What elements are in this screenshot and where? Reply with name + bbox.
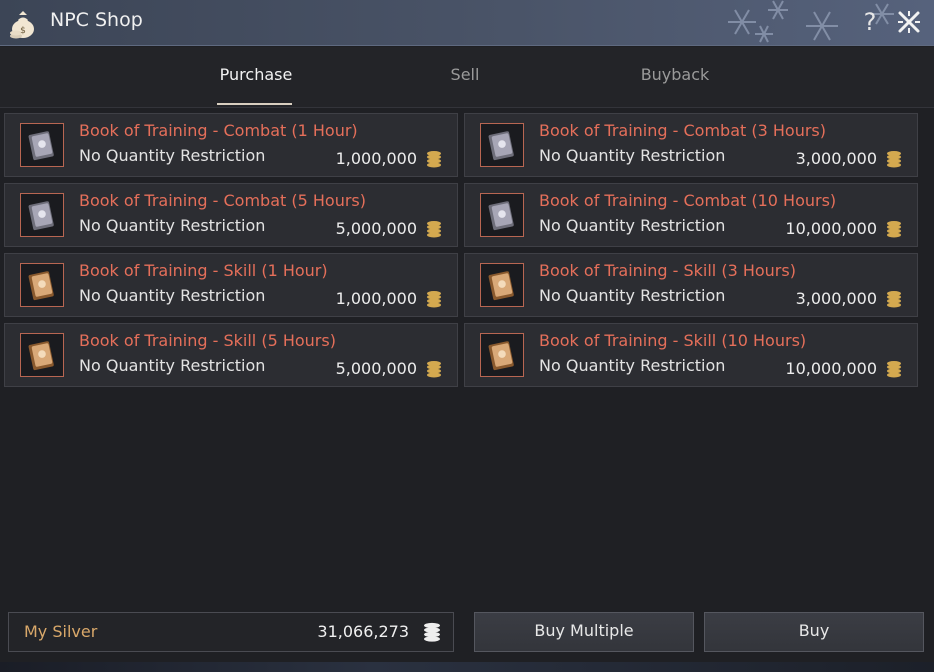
silver-coin-icon: [427, 221, 441, 238]
shop-item[interactable]: Book of Training - Combat (1 Hour) No Qu…: [4, 113, 458, 177]
item-name: Book of Training - Combat (1 Hour): [79, 121, 358, 140]
item-restriction: No Quantity Restriction: [79, 286, 266, 305]
tab-buyback[interactable]: Buyback: [615, 65, 735, 105]
silver-coin-icon: [427, 151, 441, 168]
item-name: Book of Training - Skill (3 Hours): [539, 261, 796, 280]
skill-book-icon: [480, 263, 524, 307]
item-price: 1,000,000: [335, 289, 417, 308]
item-price: 3,000,000: [795, 149, 877, 168]
skill-book-icon: [20, 333, 64, 377]
item-name: Book of Training - Combat (10 Hours): [539, 191, 837, 210]
item-name: Book of Training - Combat (5 Hours): [79, 191, 366, 210]
item-price: 10,000,000: [785, 219, 877, 238]
silver-coin-icon: [887, 221, 901, 238]
my-silver-value: 31,066,273: [317, 622, 409, 641]
combat-book-icon: [20, 193, 64, 237]
shop-item[interactable]: Book of Training - Skill (10 Hours) No Q…: [464, 323, 918, 387]
item-name: Book of Training - Skill (1 Hour): [79, 261, 328, 280]
item-price: 10,000,000: [785, 359, 877, 378]
item-name: Book of Training - Combat (3 Hours): [539, 121, 826, 140]
buy-multiple-button[interactable]: Buy Multiple: [474, 612, 694, 652]
background-strip: [0, 662, 934, 672]
close-icon[interactable]: [895, 8, 923, 36]
window-titlebar: $ NPC Shop ?: [0, 0, 934, 46]
item-restriction: No Quantity Restriction: [79, 146, 266, 165]
buy-button[interactable]: Buy: [704, 612, 924, 652]
svg-text:$: $: [20, 26, 26, 36]
skill-book-icon: [480, 333, 524, 377]
item-name: Book of Training - Skill (10 Hours): [539, 331, 807, 350]
shop-item[interactable]: Book of Training - Skill (1 Hour) No Qua…: [4, 253, 458, 317]
item-price: 5,000,000: [335, 359, 417, 378]
item-price: 5,000,000: [335, 219, 417, 238]
item-restriction: No Quantity Restriction: [539, 216, 726, 235]
combat-book-icon: [480, 123, 524, 167]
my-silver-panel: My Silver 31,066,273: [8, 612, 454, 652]
item-price: 1,000,000: [335, 149, 417, 168]
money-bag-icon: $: [10, 11, 34, 39]
combat-book-icon: [480, 193, 524, 237]
tab-sell[interactable]: Sell: [405, 65, 525, 105]
silver-coin-icon: [887, 291, 901, 308]
item-restriction: No Quantity Restriction: [539, 146, 726, 165]
item-price: 3,000,000: [795, 289, 877, 308]
item-restriction: No Quantity Restriction: [539, 356, 726, 375]
shop-item[interactable]: Book of Training - Skill (5 Hours) No Qu…: [4, 323, 458, 387]
shop-item[interactable]: Book of Training - Skill (3 Hours) No Qu…: [464, 253, 918, 317]
silver-coin-icon: [427, 291, 441, 308]
skill-book-icon: [20, 263, 64, 307]
shop-item[interactable]: Book of Training - Combat (10 Hours) No …: [464, 183, 918, 247]
silver-coin-icon: [887, 151, 901, 168]
help-button[interactable]: ?: [858, 6, 882, 38]
tab-purchase[interactable]: Purchase: [196, 65, 316, 105]
combat-book-icon: [20, 123, 64, 167]
silver-coin-icon: [427, 361, 441, 378]
window-title: NPC Shop: [50, 9, 143, 31]
silver-coin-icon: [424, 622, 440, 642]
shop-item[interactable]: Book of Training - Combat (5 Hours) No Q…: [4, 183, 458, 247]
item-restriction: No Quantity Restriction: [539, 286, 726, 305]
item-restriction: No Quantity Restriction: [79, 216, 266, 235]
my-silver-label: My Silver: [24, 622, 98, 641]
item-name: Book of Training - Skill (5 Hours): [79, 331, 336, 350]
silver-coin-icon: [887, 361, 901, 378]
item-restriction: No Quantity Restriction: [79, 356, 266, 375]
shop-item[interactable]: Book of Training - Combat (3 Hours) No Q…: [464, 113, 918, 177]
shop-tabs: Purchase Sell Buyback: [0, 47, 934, 108]
